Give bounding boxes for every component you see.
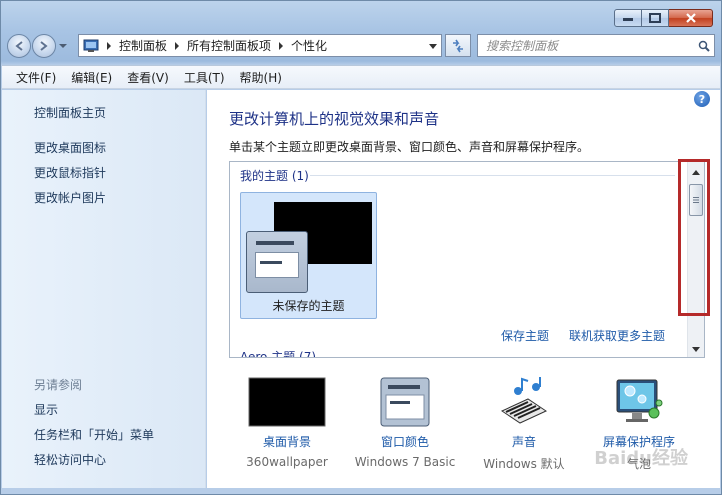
search-box[interactable]: 搜索控制面板 xyxy=(477,34,715,57)
window-color-label[interactable]: 窗口颜色 xyxy=(350,433,460,450)
forward-arrow-icon xyxy=(40,41,48,51)
help-icon[interactable]: ? xyxy=(694,91,710,107)
taskbar-start-menu-link[interactable]: 任务栏和「开始」菜单 xyxy=(34,426,154,443)
main-content: ? 更改计算机上的视觉效果和声音 单击某个主题立即更改桌面背景、窗口颜色、声音和… xyxy=(207,90,720,488)
back-button[interactable] xyxy=(7,34,31,58)
task-pane: 控制面板主页 更改桌面图标 更改鼠标指针 更改帐户图片 另请参阅 显示 任务栏和… xyxy=(2,90,206,488)
breadcrumb-separator xyxy=(171,41,183,50)
window-color-value: Windows 7 Basic xyxy=(354,455,456,469)
desktop-background-label[interactable]: 桌面背景 xyxy=(232,433,342,450)
minimize-button[interactable] xyxy=(614,9,642,27)
desktop-background-icon xyxy=(248,377,326,427)
change-account-picture-link[interactable]: 更改帐户图片 xyxy=(34,189,106,206)
refresh-icon xyxy=(453,39,463,52)
scroll-down-button[interactable] xyxy=(688,341,704,357)
sound-label[interactable]: 声音 xyxy=(469,433,579,450)
control-panel-icon xyxy=(83,39,99,52)
close-button[interactable] xyxy=(669,9,713,27)
breadcrumb-all-items[interactable]: 所有控制面板项 xyxy=(183,37,275,54)
search-input[interactable]: 搜索控制面板 xyxy=(486,37,694,54)
search-icon[interactable] xyxy=(694,40,714,52)
chevron-down-icon xyxy=(59,44,67,48)
menu-edit[interactable]: 编辑(E) xyxy=(65,69,118,86)
chevron-down-icon xyxy=(429,43,437,49)
theme-list[interactable]: 我的主题 (1) 未保存的主题 保存主题 联机获取更多主题 Aero 主题 (7… xyxy=(229,161,705,358)
desktop-background-value: 360wallpaper xyxy=(246,455,328,469)
see-also-heading: 另请参阅 xyxy=(34,378,83,392)
refresh-button[interactable] xyxy=(445,34,471,57)
breadcrumb-separator xyxy=(103,41,115,50)
change-mouse-pointers-link[interactable]: 更改鼠标指针 xyxy=(34,164,106,181)
ease-of-access-link[interactable]: 轻松访问中心 xyxy=(34,451,106,468)
maximize-button[interactable] xyxy=(642,9,669,27)
window-color-icon xyxy=(380,377,430,427)
address-bar[interactable]: 控制面板 所有控制面板项 个性化 xyxy=(78,34,442,57)
scrollbar-highlight-annotation xyxy=(678,159,710,316)
control-panel-window: 控制面板 所有控制面板项 个性化 搜索控制面板 文件(F) 编辑(E) 查看(V… xyxy=(0,0,722,495)
forward-button[interactable] xyxy=(32,34,56,58)
group-divider xyxy=(310,175,675,176)
preview-inner-bar xyxy=(260,261,282,264)
close-icon xyxy=(685,13,696,23)
menu-view[interactable]: 查看(V) xyxy=(121,69,175,86)
aero-themes-header: Aero 主题 (7) xyxy=(240,350,317,358)
preview-inner-window xyxy=(255,252,299,278)
display-link[interactable]: 显示 xyxy=(34,401,58,418)
address-row: 控制面板 所有控制面板项 个性化 搜索控制面板 xyxy=(7,33,715,59)
screensaver-icon xyxy=(616,379,663,422)
control-panel-home-link[interactable]: 控制面板主页 xyxy=(34,104,106,121)
get-more-themes-link[interactable]: 联机获取更多主题 xyxy=(569,327,665,344)
chevron-down-icon xyxy=(692,346,700,352)
unsaved-theme-tile[interactable]: 未保存的主题 xyxy=(240,192,377,319)
sound-icon xyxy=(500,377,548,424)
breadcrumb-separator xyxy=(275,41,287,50)
menu-tools[interactable]: 工具(T) xyxy=(178,69,231,86)
theme-name: 未保存的主题 xyxy=(272,299,345,313)
desktop-background-item[interactable]: 桌面背景 360wallpaper xyxy=(232,377,342,477)
recent-pages-dropdown[interactable] xyxy=(57,38,69,54)
menu-help[interactable]: 帮助(H) xyxy=(234,69,288,86)
save-theme-link[interactable]: 保存主题 xyxy=(501,327,549,344)
caption-buttons xyxy=(614,9,713,27)
back-arrow-icon xyxy=(15,41,23,51)
navigation-buttons xyxy=(7,34,77,58)
my-themes-header: 我的主题 (1) xyxy=(240,169,309,183)
change-desktop-icons-link[interactable]: 更改桌面图标 xyxy=(34,139,106,156)
page-description: 单击某个主题立即更改桌面背景、窗口颜色、声音和屏幕保护程序。 xyxy=(229,140,590,154)
sound-value: Windows 默认 xyxy=(483,457,565,471)
menu-bar: 文件(F) 编辑(E) 查看(V) 工具(T) 帮助(H) xyxy=(2,65,720,89)
theme-window-preview xyxy=(246,231,308,293)
preview-title-bar xyxy=(256,241,294,245)
watermark: Baidu经验 xyxy=(594,448,688,469)
sound-item[interactable]: 声音 Windows 默认 xyxy=(469,377,579,477)
breadcrumb-control-panel[interactable]: 控制面板 xyxy=(115,37,171,54)
menu-file[interactable]: 文件(F) xyxy=(10,69,62,86)
address-dropdown-button[interactable] xyxy=(427,40,439,52)
breadcrumb-personalization[interactable]: 个性化 xyxy=(287,37,331,54)
window-color-item[interactable]: 窗口颜色 Windows 7 Basic xyxy=(350,377,460,477)
page-title: 更改计算机上的视觉效果和声音 xyxy=(229,110,440,128)
